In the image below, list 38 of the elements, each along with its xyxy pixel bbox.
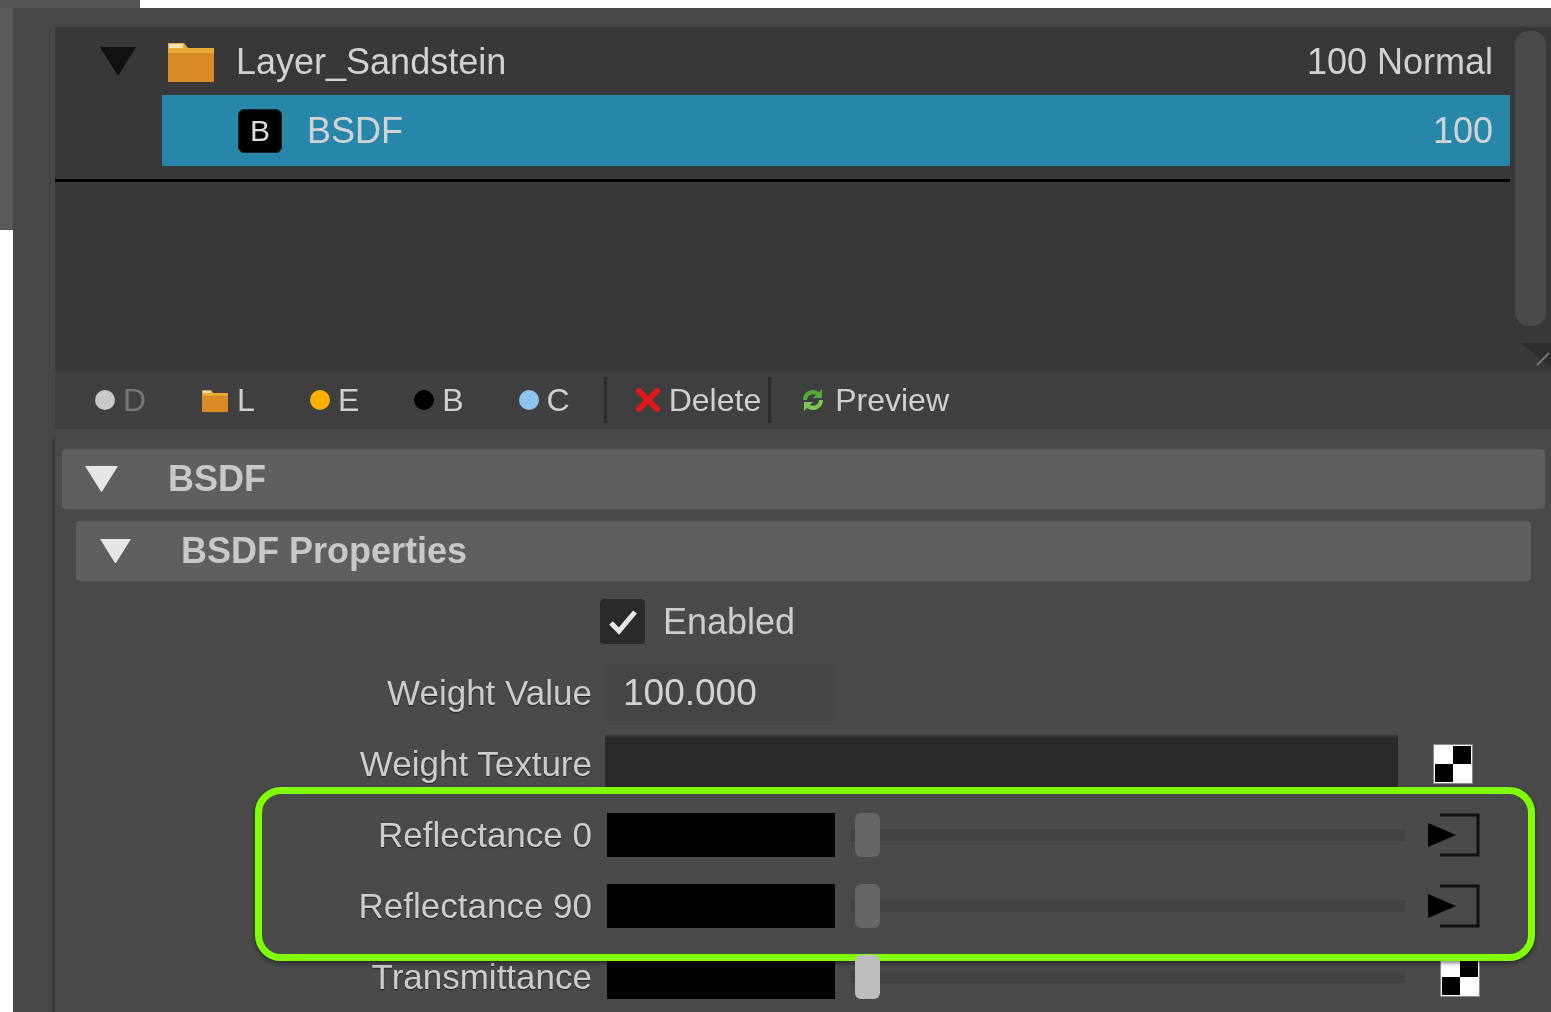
checkbox-label: Enabled <box>663 600 796 643</box>
slider-thumb[interactable] <box>855 954 880 999</box>
filter-button[interactable]: E <box>309 381 360 419</box>
filter-button[interactable]: L <box>201 381 255 419</box>
slider-thumb[interactable] <box>855 883 880 928</box>
close-icon <box>634 387 661 414</box>
property-label: Weight Value <box>387 672 592 713</box>
layer-info: 100 Normal <box>1306 40 1493 83</box>
color-swatch[interactable] <box>607 883 835 928</box>
property-label: Reflectance 90 <box>358 885 592 926</box>
number-field[interactable]: 100.000 <box>605 664 835 721</box>
connect-icon[interactable] <box>1428 882 1480 929</box>
resize-grip-icon[interactable] <box>1521 343 1551 368</box>
checker-icon[interactable] <box>1433 743 1473 784</box>
toolbar-button[interactable]: Delete <box>634 381 762 419</box>
connect-icon[interactable] <box>1428 811 1480 858</box>
toolbar-button[interactable]: Preview <box>799 381 949 419</box>
layer-name: BSDF <box>307 109 403 152</box>
property-label: Transmittance <box>371 956 592 997</box>
section-header[interactable]: BSDF Properties <box>76 521 1531 581</box>
slider-thumb[interactable] <box>855 812 880 857</box>
triangle-icon[interactable] <box>85 465 118 493</box>
folder-icon <box>201 387 230 413</box>
property-label: Weight Texture <box>359 743 592 784</box>
section-title: BSDF <box>168 458 266 500</box>
section-header[interactable]: BSDF <box>62 449 1545 509</box>
filter-button[interactable]: C <box>518 381 570 419</box>
bsdf-badge: B <box>238 108 282 153</box>
layer-name: Layer_Sandstein <box>236 40 507 83</box>
filter-button[interactable]: B <box>414 381 464 419</box>
section-title: BSDF Properties <box>181 530 468 572</box>
layer-info: 100 <box>1432 109 1493 152</box>
property-label: Reflectance 0 <box>377 814 592 855</box>
layer-row[interactable]: B BSDF 100 <box>162 95 1510 166</box>
checkbox[interactable] <box>600 599 645 644</box>
triangle-icon[interactable] <box>100 538 131 564</box>
color-swatch[interactable] <box>607 812 835 857</box>
layer-row[interactable]: Layer_Sandstein 100 Normal <box>55 28 1510 95</box>
